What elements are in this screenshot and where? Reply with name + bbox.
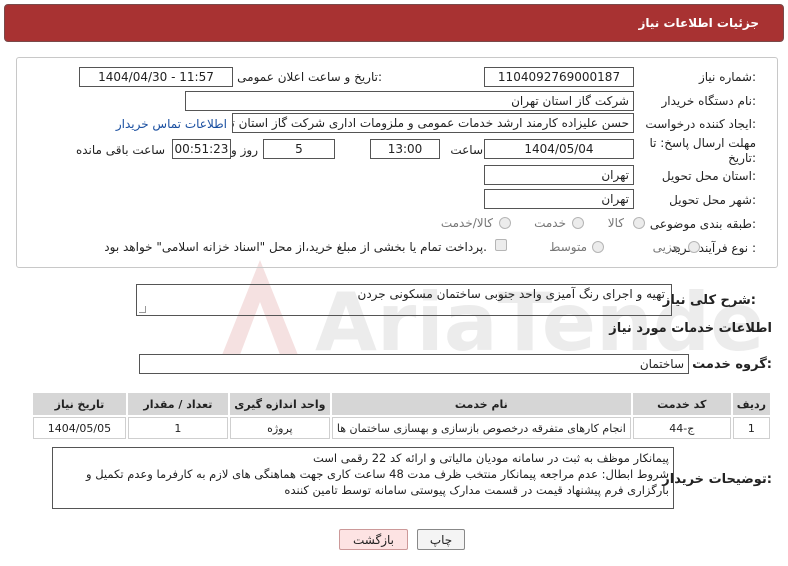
table-row: 1 ج-44 انجام کارهای متفرقه درخصوص بازساز… xyxy=(33,417,770,439)
summary-label: شرح کلی نیاز: xyxy=(662,293,756,308)
cell-service-name: انجام کارهای متفرقه درخصوص بازسازی و بهس… xyxy=(331,417,631,439)
summary-text: تهیه و اجرای رنگ آمیزی واحد جنوبی ساختما… xyxy=(357,287,666,301)
deadline-label: مهلت ارسال پاسخ: تا تاریخ: xyxy=(649,136,756,165)
col-unit: واحد اندازه گیری xyxy=(229,393,330,415)
col-service-code: کد خدمت xyxy=(632,393,731,415)
print-button[interactable]: چاپ xyxy=(417,529,465,550)
requester-field: حسن علیزاده کارمند ارشد خدمات عمومی و مل… xyxy=(232,113,634,133)
summary-box: تهیه و اجرای رنگ آمیزی واحد جنوبی ساختما… xyxy=(136,284,672,316)
resize-handle-icon[interactable] xyxy=(139,306,146,313)
city-field: تهران xyxy=(484,189,634,209)
service-group-field: ساختمان xyxy=(139,354,689,374)
category-radio-goods-service[interactable] xyxy=(499,217,511,229)
buyer-note-line-2: شروط ابطال: عدم مراجعه پیمانکار منتخب ظر… xyxy=(86,467,669,481)
process-option-minor: جزیی xyxy=(652,240,680,254)
announce-label: تاریخ و ساعت اعلان عمومی: xyxy=(237,70,382,84)
page-title: جزئیات اطلاعات نیاز xyxy=(638,16,759,30)
deadline-time-field: 13:00 xyxy=(370,139,440,159)
category-option-goods-service: کالا/خدمت xyxy=(440,216,493,230)
col-service-name: نام خدمت xyxy=(331,393,631,415)
back-button[interactable]: بازگشت xyxy=(339,529,408,550)
deadline-date-field: 1404/05/04 xyxy=(484,139,634,159)
category-option-service: خدمت xyxy=(534,216,566,230)
buyer-notes-label: توضیحات خریدار: xyxy=(662,472,772,487)
page-header: جزئیات اطلاعات نیاز xyxy=(4,4,784,42)
category-radio-goods[interactable] xyxy=(633,217,645,229)
service-group-label: گروه خدمت: xyxy=(692,357,772,372)
province-label: استان محل تحویل: xyxy=(661,169,756,183)
buyer-note-line-3: بارگزاری فرم پیشنهاد قیمت در قسمت مدارک … xyxy=(284,483,669,497)
deadline-time-label: ساعت xyxy=(450,143,483,157)
cell-quantity: 1 xyxy=(127,417,228,439)
contact-buyer-link[interactable]: اطلاعات تماس خریدار xyxy=(116,117,227,131)
cell-row: 1 xyxy=(732,417,770,439)
announce-field: 1404/04/30 - 11:57 xyxy=(79,67,233,87)
cell-unit: پروژه xyxy=(229,417,330,439)
category-option-goods: کالا xyxy=(607,216,624,230)
remaining-time-field: 00:51:23 xyxy=(172,139,231,159)
province-field: تهران xyxy=(484,165,634,185)
col-quantity: تعداد / مقدار xyxy=(127,393,228,415)
need-number-label: شماره نیاز: xyxy=(698,70,756,84)
col-need-date: تاریخ نیاز xyxy=(33,393,126,415)
need-number-field: 1104092769000187 xyxy=(484,67,634,87)
cell-need-date: 1404/05/05 xyxy=(33,417,126,439)
city-label: شهر محل تحویل: xyxy=(669,193,756,207)
buyer-note-line-1: پیمانکار موظف به ثبت در سامانه مودیان ما… xyxy=(312,451,669,465)
treasury-payment-note: پرداخت تمام یا بخشی از مبلغ خرید،از محل … xyxy=(104,240,487,254)
services-table-header: ردیف کد خدمت نام خدمت واحد اندازه گیری ت… xyxy=(33,393,770,415)
process-type-label: نوع فرآیند خرید : xyxy=(671,241,756,255)
category-label: طبقه بندی موضوعی: xyxy=(649,217,756,231)
col-row: ردیف xyxy=(732,393,770,415)
treasury-payment-checkbox[interactable] xyxy=(495,239,507,251)
process-option-medium: متوسط xyxy=(549,240,587,254)
services-table: ردیف کد خدمت نام خدمت واحد اندازه گیری ت… xyxy=(31,391,772,441)
cell-service-code: ج-44 xyxy=(632,417,731,439)
buyer-org-label: نام دستگاه خریدار: xyxy=(661,94,757,108)
category-radio-service[interactable] xyxy=(572,217,584,229)
remaining-label: ساعت باقی مانده xyxy=(75,143,165,157)
requester-label: ایجاد کننده درخواست: xyxy=(645,117,756,131)
services-section-title: اطلاعات خدمات مورد نیاز xyxy=(609,321,772,336)
buyer-org-field: شرکت گاز استان تهران xyxy=(185,91,634,111)
process-radio-minor[interactable] xyxy=(688,241,700,253)
process-radio-medium[interactable] xyxy=(592,241,604,253)
buyer-notes-box: پیمانکار موظف به ثبت در سامانه مودیان ما… xyxy=(52,447,674,509)
days-field: 5 xyxy=(263,139,335,159)
days-label: روز و xyxy=(231,143,258,157)
